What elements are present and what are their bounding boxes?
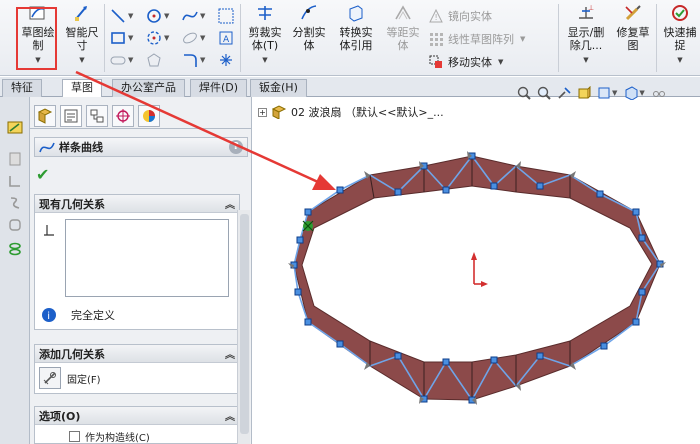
fan-blade-body: [293, 155, 661, 401]
sketch-canvas: [75, 70, 666, 405]
origin-icon: [471, 252, 488, 287]
wave-fan-sketch[interactable]: [288, 151, 666, 405]
selected-point[interactable]: [302, 220, 314, 232]
annotation-arrow: [75, 70, 336, 190]
